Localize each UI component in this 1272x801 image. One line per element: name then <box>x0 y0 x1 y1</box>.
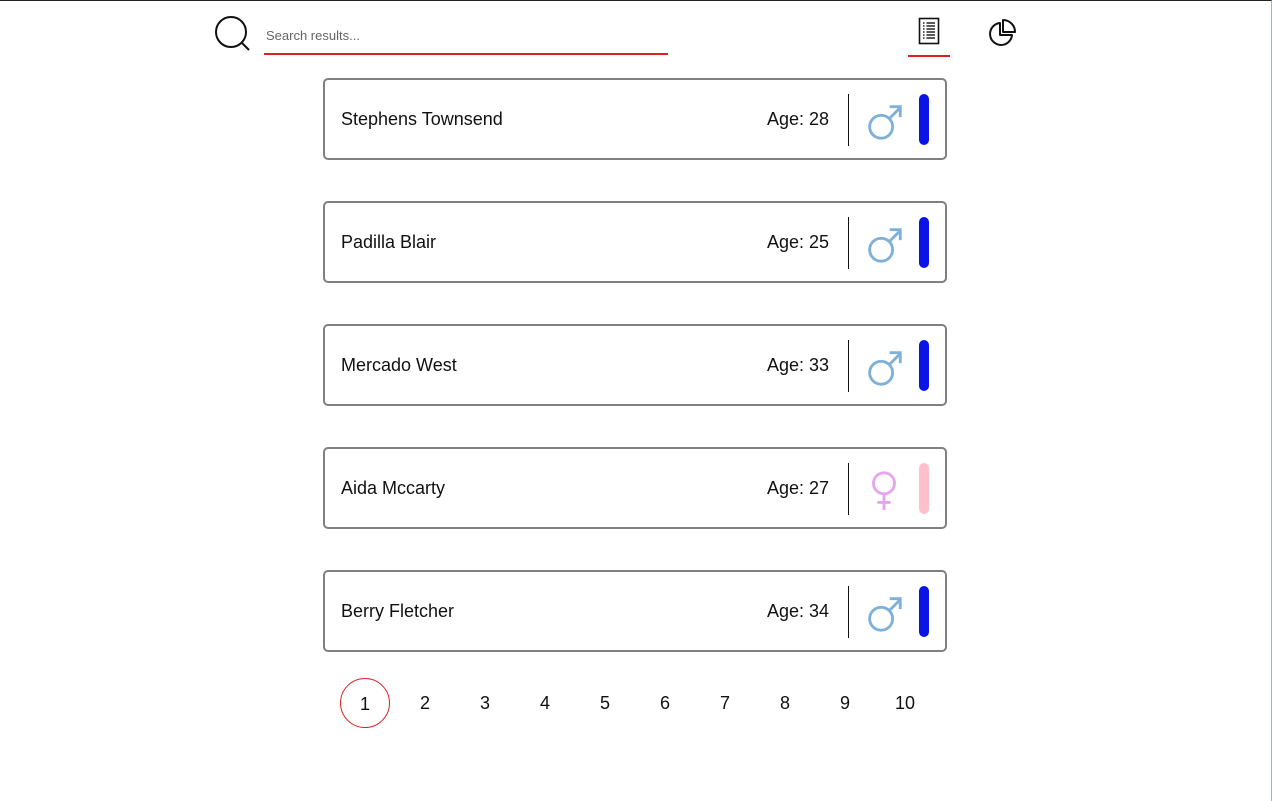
gender-color-bar <box>919 94 929 145</box>
tab-chart-view[interactable] <box>984 15 1020 51</box>
person-age: Age: 34 <box>766 601 829 621</box>
person-name: Aida Mccarty <box>341 478 446 498</box>
search-icon[interactable] <box>214 16 252 52</box>
card-divider <box>848 217 849 269</box>
list-document-icon <box>918 17 940 45</box>
person-name: Berry Fletcher <box>341 601 455 621</box>
gender-color-bar <box>919 463 929 514</box>
male-symbol-icon <box>868 351 902 386</box>
card-divider <box>848 340 849 392</box>
person-age: Age: 27 <box>766 478 829 498</box>
card-divider <box>848 463 849 515</box>
tab-list-view[interactable] <box>908 15 950 57</box>
page-8-button[interactable]: 8 <box>760 678 810 728</box>
page-4-button[interactable]: 4 <box>520 678 570 728</box>
person-name: Padilla Blair <box>341 232 437 252</box>
page-1-button[interactable]: 1 <box>340 678 390 728</box>
gender-color-bar <box>919 340 929 391</box>
gender-color-bar <box>919 217 929 268</box>
person-card[interactable]: Stephens Townsend Age: 28 <box>323 78 947 160</box>
page-5-button[interactable]: 5 <box>580 678 630 728</box>
card-divider <box>848 94 849 146</box>
person-card[interactable]: Mercado West Age: 33 <box>323 324 947 406</box>
pie-chart-icon <box>989 19 1016 46</box>
female-symbol-icon <box>872 471 896 511</box>
person-card[interactable]: Padilla Blair Age: 25 <box>323 201 947 283</box>
person-card[interactable]: Aida Mccarty Age: 27 <box>323 447 947 529</box>
person-age: Age: 33 <box>766 355 829 375</box>
male-symbol-icon <box>868 105 902 140</box>
male-symbol-icon <box>868 597 902 632</box>
card-divider <box>848 586 849 638</box>
page-6-button[interactable]: 6 <box>640 678 690 728</box>
gender-color-bar <box>919 586 929 637</box>
person-card[interactable]: Berry Fletcher Age: 34 <box>323 570 947 652</box>
page-3-button[interactable]: 3 <box>460 678 510 728</box>
page-7-button[interactable]: 7 <box>700 678 750 728</box>
page-10-button[interactable]: 10 <box>880 678 930 728</box>
page-9-button[interactable]: 9 <box>820 678 870 728</box>
person-name: Mercado West <box>341 355 457 375</box>
male-symbol-icon <box>868 228 902 263</box>
person-name: Stephens Townsend <box>341 109 503 129</box>
person-age: Age: 28 <box>766 109 829 129</box>
page-2-button[interactable]: 2 <box>400 678 450 728</box>
person-age: Age: 25 <box>766 232 829 252</box>
search-input[interactable] <box>264 17 668 55</box>
